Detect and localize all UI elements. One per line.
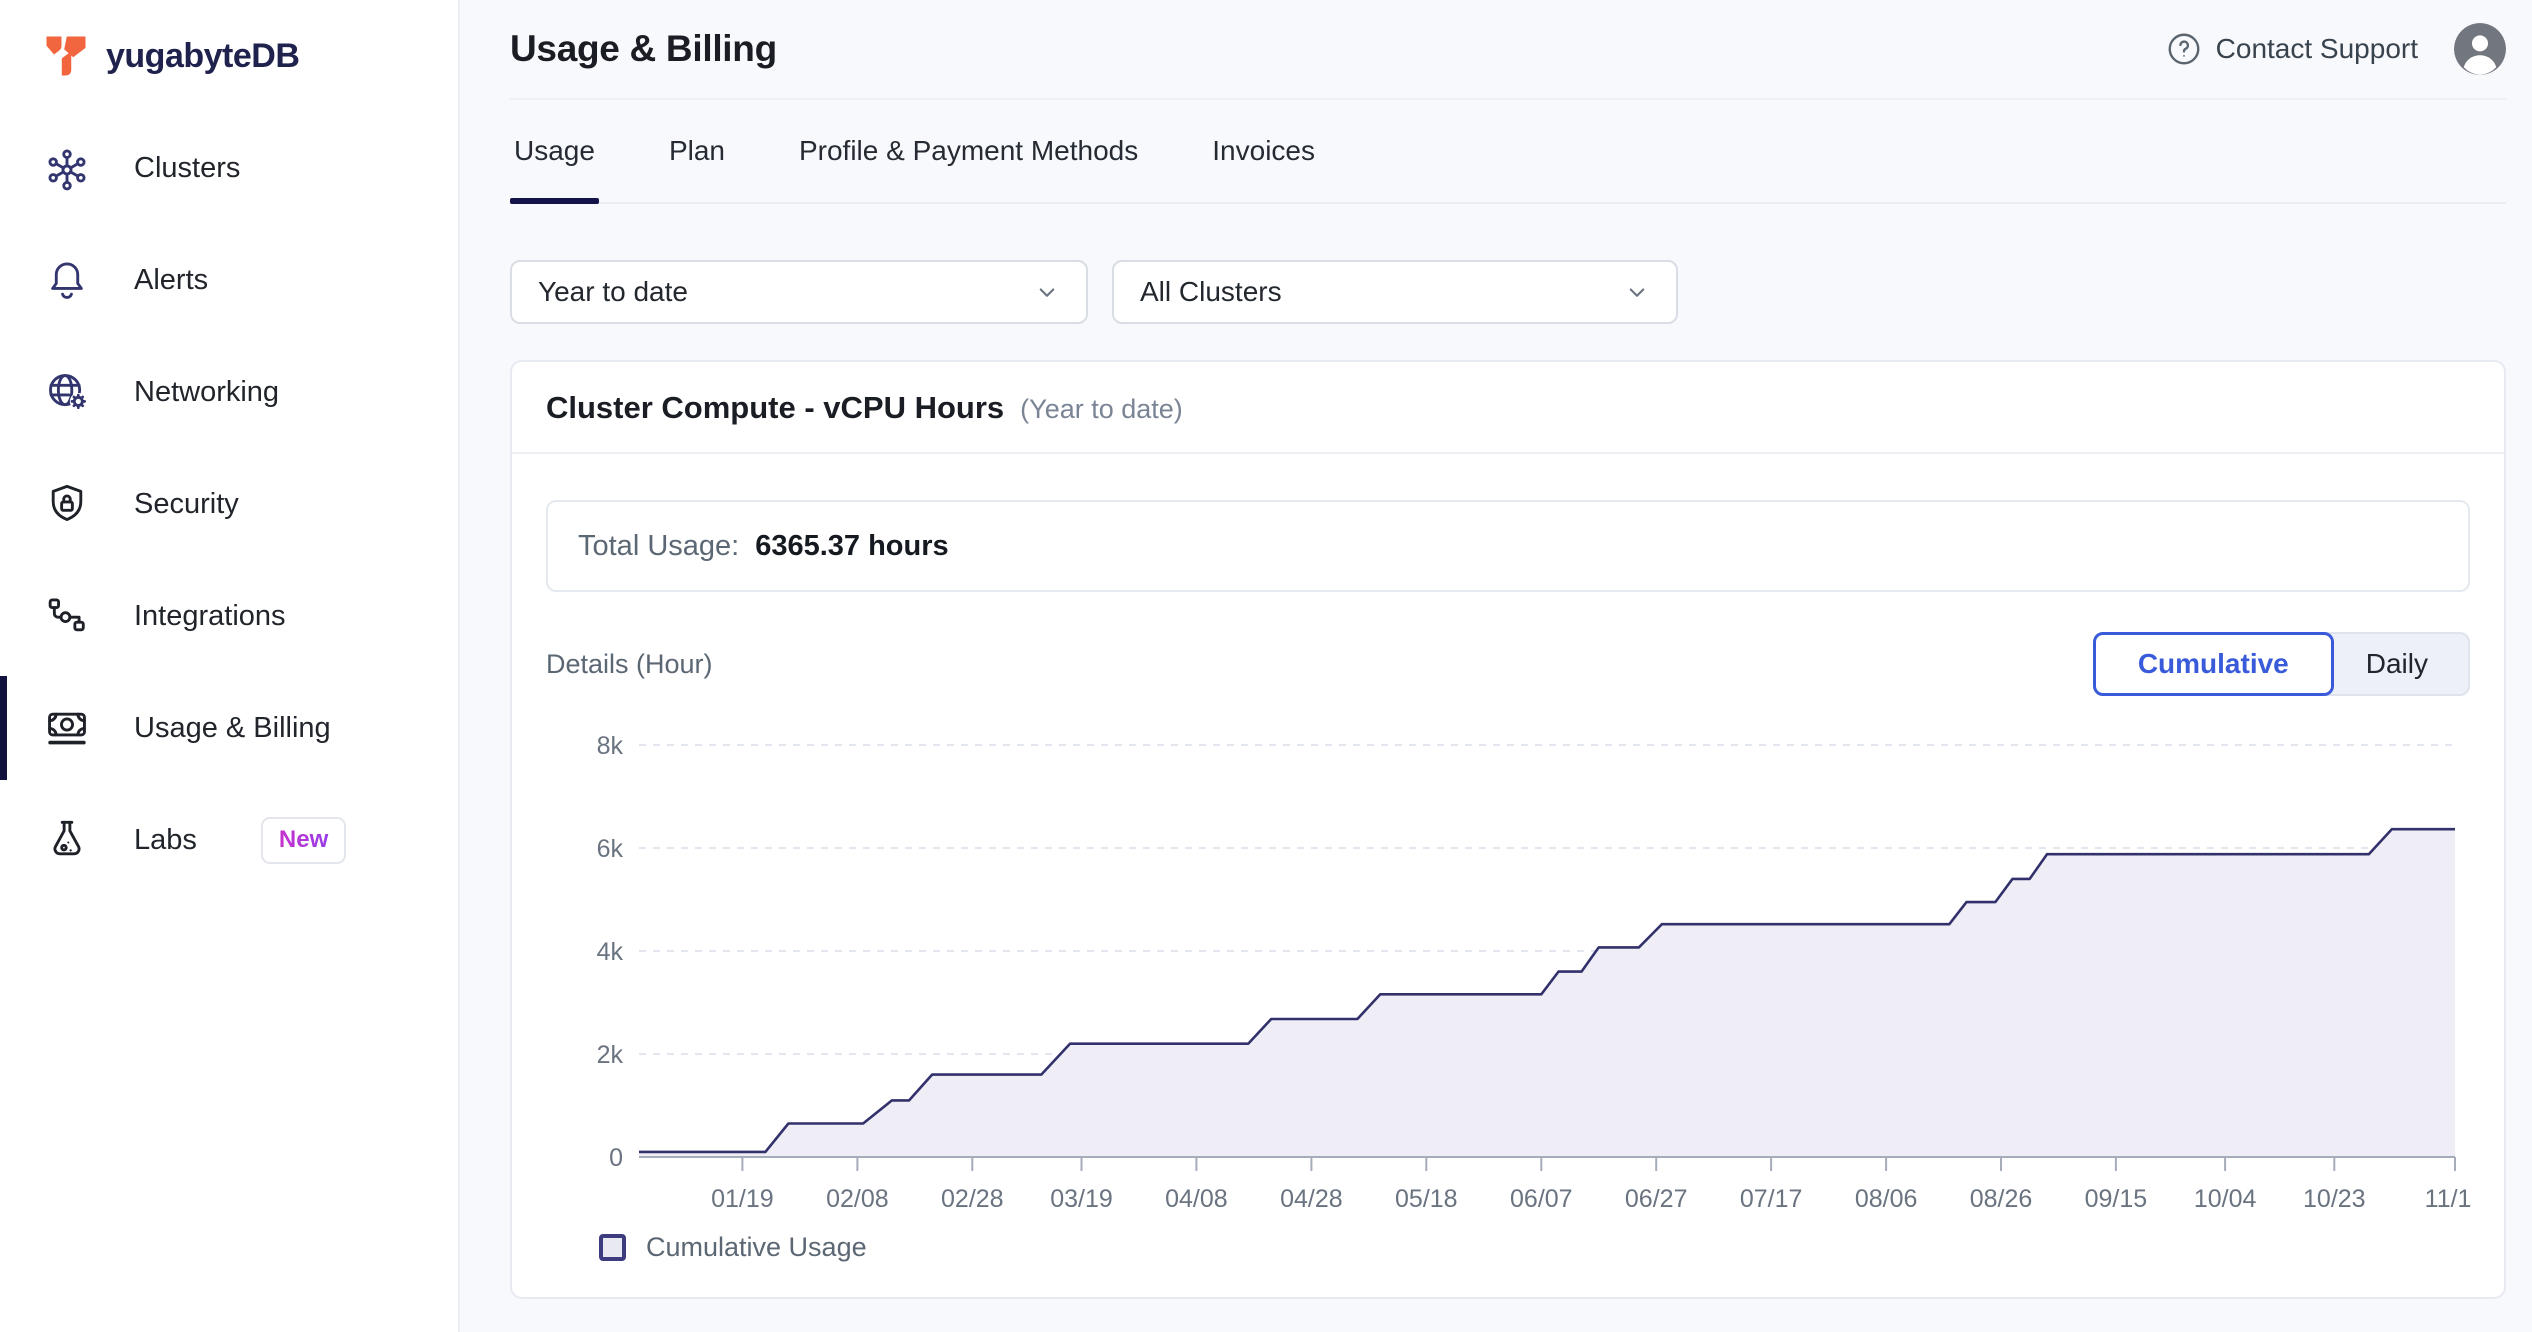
sidebar-item-integrations[interactable]: Integrations	[0, 560, 458, 672]
integrations-icon	[44, 593, 90, 639]
help-icon	[2166, 31, 2202, 67]
svg-text:08/06: 08/06	[1855, 1185, 1918, 1213]
contact-support-label: Contact Support	[2216, 33, 2418, 65]
topbar: Usage & Billing Contact Support	[510, 0, 2506, 100]
sidebar-item-label: Labs	[134, 824, 197, 857]
svg-text:02/28: 02/28	[941, 1185, 1004, 1213]
app-root: yugabyteDB Clusters	[0, 0, 2532, 1332]
legend-checkbox[interactable]	[599, 1234, 626, 1261]
sidebar-item-label: Alerts	[134, 264, 208, 297]
view-mode-toggle: Cumulative Daily	[2093, 632, 2470, 696]
active-indicator	[0, 564, 7, 668]
sidebar-item-usage-billing[interactable]: Usage & Billing	[0, 672, 458, 784]
details-row: Details (Hour) Cumulative Daily	[546, 632, 2470, 696]
sidebar-item-label: Networking	[134, 376, 279, 409]
compute-usage-card: Cluster Compute - vCPU Hours (Year to da…	[510, 360, 2506, 1299]
svg-text:04/28: 04/28	[1280, 1185, 1343, 1213]
sidebar-item-label: Security	[134, 488, 239, 521]
topbar-actions: Contact Support	[2166, 23, 2506, 75]
chevron-down-icon	[1622, 277, 1652, 307]
sidebar-item-label: Integrations	[134, 600, 286, 633]
chart-container: 02k4k6k8k01/1902/0802/2803/1904/0804/280…	[546, 720, 2470, 1230]
toggle-cumulative[interactable]: Cumulative	[2093, 632, 2334, 696]
clusters-icon	[44, 145, 90, 191]
legend-label: Cumulative Usage	[646, 1232, 867, 1263]
globe-gear-icon	[44, 369, 90, 415]
sidebar-nav: Clusters Alerts	[0, 112, 458, 896]
brand-logo[interactable]: yugabyteDB	[0, 0, 458, 80]
svg-text:11/13: 11/13	[2425, 1185, 2471, 1213]
tab-plan[interactable]: Plan	[665, 100, 729, 202]
total-usage-label: Total Usage:	[578, 530, 739, 563]
user-avatar[interactable]	[2454, 23, 2506, 75]
contact-support-button[interactable]: Contact Support	[2166, 31, 2418, 67]
tab-usage[interactable]: Usage	[510, 100, 599, 202]
active-indicator	[0, 116, 7, 220]
total-usage-value: 6365.37 hours	[755, 530, 948, 563]
sidebar-item-clusters[interactable]: Clusters	[0, 112, 458, 224]
cluster-select[interactable]: All Clusters	[1112, 260, 1678, 324]
brand-name: yugabyteDB	[106, 37, 299, 76]
card-subtitle: (Year to date)	[1020, 394, 1183, 425]
sidebar-item-label: Clusters	[134, 152, 240, 185]
sidebar-item-labs[interactable]: Labs New	[0, 784, 458, 896]
time-range-select[interactable]: Year to date	[510, 260, 1088, 324]
sidebar-item-label: Usage & Billing	[134, 712, 331, 745]
svg-text:10/04: 10/04	[2194, 1185, 2257, 1213]
svg-text:01/19: 01/19	[711, 1185, 774, 1213]
usage-area-chart: 02k4k6k8k01/1902/0802/2803/1904/0804/280…	[546, 720, 2471, 1225]
active-indicator	[0, 452, 7, 556]
card-body: Total Usage: 6365.37 hours Details (Hour…	[512, 500, 2504, 1297]
svg-text:2k: 2k	[597, 1041, 624, 1069]
svg-text:4k: 4k	[597, 938, 624, 966]
svg-text:6k: 6k	[597, 835, 624, 863]
sidebar-item-security[interactable]: Security	[0, 448, 458, 560]
svg-text:06/27: 06/27	[1625, 1185, 1688, 1213]
chart-legend: Cumulative Usage	[599, 1232, 2470, 1263]
svg-text:04/08: 04/08	[1165, 1185, 1228, 1213]
active-indicator	[0, 340, 7, 444]
svg-text:8k: 8k	[597, 732, 624, 760]
active-indicator	[0, 676, 7, 780]
total-usage-box: Total Usage: 6365.37 hours	[546, 500, 2470, 592]
shield-lock-icon	[44, 481, 90, 527]
yugabyte-logo-icon	[42, 32, 90, 80]
cluster-select-value: All Clusters	[1140, 276, 1282, 308]
main-content: Usage & Billing Contact Support	[460, 0, 2532, 1332]
avatar-icon	[2454, 23, 2506, 75]
filters-row: Year to date All Clusters	[510, 260, 2506, 324]
svg-text:10/23: 10/23	[2303, 1185, 2366, 1213]
active-indicator	[0, 788, 7, 892]
area-fill	[639, 829, 2455, 1157]
x-axis: 01/19 02/08 02/28 03/19 04/08 04/28 05/18 06/07…	[639, 1157, 2471, 1213]
svg-text:06/07: 06/07	[1510, 1185, 1573, 1213]
svg-text:07/17: 07/17	[1740, 1185, 1803, 1213]
svg-text:02/08: 02/08	[826, 1185, 889, 1213]
card-title: Cluster Compute - vCPU Hours	[546, 390, 1004, 426]
new-badge: New	[261, 817, 346, 864]
svg-text:08/26: 08/26	[1970, 1185, 2033, 1213]
svg-text:0: 0	[609, 1144, 623, 1172]
page-title: Usage & Billing	[510, 28, 777, 70]
tab-invoices[interactable]: Invoices	[1208, 100, 1319, 202]
time-range-value: Year to date	[538, 276, 688, 308]
banknote-icon	[44, 705, 90, 751]
bell-icon	[44, 257, 90, 303]
sidebar-item-networking[interactable]: Networking	[0, 336, 458, 448]
sidebar-item-alerts[interactable]: Alerts	[0, 224, 458, 336]
billing-tabs: Usage Plan Profile & Payment Methods Inv…	[510, 100, 2506, 204]
flask-icon	[44, 817, 90, 863]
details-label: Details (Hour)	[546, 649, 713, 680]
card-header: Cluster Compute - vCPU Hours (Year to da…	[512, 362, 2504, 454]
chevron-down-icon	[1032, 277, 1062, 307]
svg-text:03/19: 03/19	[1050, 1185, 1113, 1213]
sidebar: yugabyteDB Clusters	[0, 0, 460, 1332]
svg-text:05/18: 05/18	[1395, 1185, 1458, 1213]
toggle-daily[interactable]: Daily	[2326, 632, 2470, 696]
active-indicator	[0, 228, 7, 332]
svg-text:09/15: 09/15	[2085, 1185, 2148, 1213]
tab-profile-payment-methods[interactable]: Profile & Payment Methods	[795, 100, 1142, 202]
